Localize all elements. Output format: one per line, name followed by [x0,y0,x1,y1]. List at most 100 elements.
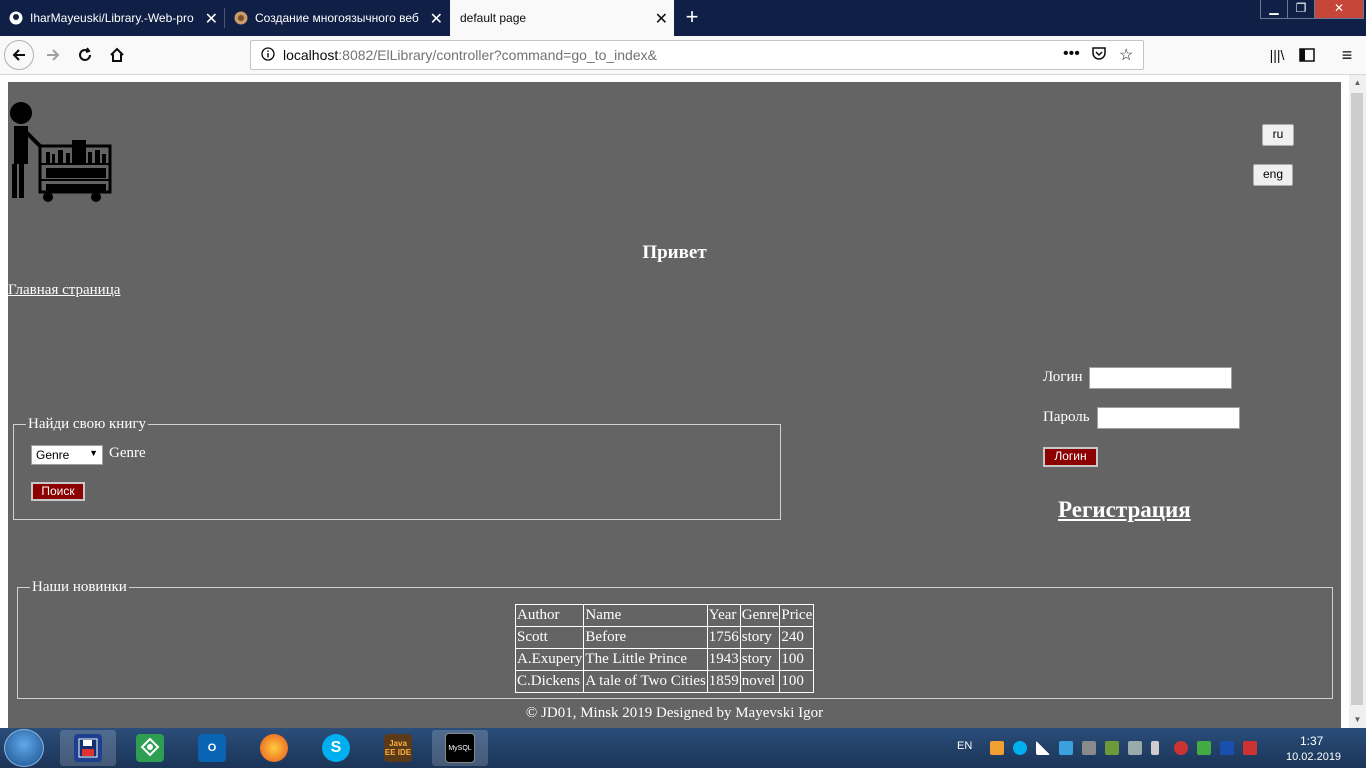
book-search-fieldset: Найди свою книгу Genre ▼ Genre Поиск [13,416,781,520]
table-row: C.Dickens A tale of Two Cities 1859 nove… [514,670,815,693]
genre-label: Genre [109,445,146,461]
table-row: A.Exupery The Little Prince 1943 story 1… [514,648,815,671]
back-arrow-icon[interactable] [4,40,34,70]
tab-label: IharMayeuski/Library.-Web-pro [30,11,194,25]
password-input[interactable] [1097,407,1240,429]
scroll-thumb[interactable] [1351,93,1363,705]
page-footer: © JD01, Minsk 2019 Designed by Mayevski … [525,705,824,721]
menu-icon[interactable]: ≡ [1332,40,1362,70]
floppy-icon[interactable] [60,730,116,766]
page-content: ru eng Привет Главная страница Найди сво… [8,82,1341,728]
start-button[interactable] [4,729,44,767]
page-scrollbar[interactable]: ▲ ▼ [1349,75,1366,728]
table-cell: 100 [779,670,815,693]
library-icon[interactable]: |||\ [1262,40,1292,70]
pocket-icon[interactable] [1091,45,1107,66]
info-icon[interactable] [261,46,275,64]
tray-vpn-icon[interactable] [1220,741,1234,755]
close-tab-icon[interactable]: ✕ [655,9,668,29]
close-window-icon[interactable]: ✕ [1314,0,1364,19]
table-cell: 1943 [706,648,741,671]
table-cell: The Little Prince [583,648,708,671]
page-actions-icon[interactable]: ••• [1063,45,1080,63]
bookmark-star-icon[interactable]: ☆ [1119,45,1133,65]
table-cell: 240 [779,626,815,649]
tray-azure-icon[interactable] [1059,741,1073,755]
column-header: Author [514,604,585,627]
tray-security-icon[interactable] [1197,741,1211,755]
minimize-icon[interactable]: ▁ [1260,0,1288,19]
table-cell: 100 [779,648,815,671]
url-host: localhost [283,47,339,63]
site-icon [233,10,249,26]
tab-multilang[interactable]: Создание многоязычного веб ✕ [225,0,449,36]
home-page-link[interactable]: Главная страница [8,282,120,299]
register-link[interactable]: Регистрация [1058,497,1191,523]
table-cell: 1756 [706,626,741,649]
table-cell: Before [583,626,708,649]
search-legend: Найди свою книгу [26,416,149,433]
url-path: :8082/ElLibrary/controller?command=go_to… [338,47,657,63]
search-button[interactable]: Поиск [31,482,85,501]
login-input[interactable] [1089,367,1232,389]
battery-icon[interactable] [1151,741,1159,755]
scroll-up-icon[interactable]: ▲ [1349,75,1366,91]
forward-arrow-icon[interactable] [38,40,68,70]
clock-date[interactable]: 10.02.2019 [1286,751,1341,763]
table-cell: story [739,648,781,671]
firefox-icon[interactable] [246,730,302,766]
lang-eng-button[interactable]: eng [1253,164,1293,186]
table-cell: A tale of Two Cities [583,670,708,693]
network-signal-icon[interactable] [1036,741,1050,755]
tray-app-icon[interactable] [990,741,1004,755]
table-cell: 1859 [706,670,741,693]
new-books-fieldset: Наши новинки Author Name Year Genre Pric… [17,579,1333,699]
tray-pen-icon[interactable] [1128,741,1142,755]
table-cell: novel [739,670,781,693]
volume-muted-icon[interactable] [1174,741,1188,755]
reload-icon[interactable] [70,40,100,70]
github-icon [8,10,24,26]
table-cell: story [739,626,781,649]
action-center-icon[interactable] [1243,741,1257,755]
tray-tool-icon[interactable] [1082,741,1096,755]
close-tab-icon[interactable]: ✕ [430,9,443,29]
column-header: Year [706,604,741,627]
genre-select-value: Genre [36,448,70,462]
new-tab-icon[interactable]: + [680,4,704,30]
home-icon[interactable] [102,40,132,70]
tab-github[interactable]: IharMayeuski/Library.-Web-pro ✕ [0,0,224,36]
windows-taskbar: O S Java EE IDE MySQL EN [0,728,1366,768]
tab-default-page[interactable]: default page ✕ [450,0,674,36]
table-row: Scott Before 1756 story 240 [514,626,815,649]
input-language-indicator[interactable]: EN [957,740,972,752]
tray-sync-icon[interactable] [1105,741,1119,755]
greeting-heading: Привет [642,242,707,263]
column-header: Name [583,604,708,627]
restore-icon[interactable]: ❐ [1287,0,1315,19]
lang-ru-button[interactable]: ru [1262,124,1294,146]
url-bar[interactable]: localhost:8082/ElLibrary/controller?comm… [250,40,1144,70]
mysql-console-icon[interactable]: MySQL [432,730,488,766]
green-app-icon[interactable] [122,730,178,766]
table-cell: C.Dickens [514,670,585,693]
password-label: Пароль [1043,409,1090,425]
close-tab-icon[interactable]: ✕ [205,9,218,29]
table-cell: Scott [514,626,585,649]
java-ee-ide-icon[interactable]: Java EE IDE [370,730,426,766]
genre-select[interactable]: Genre ▼ [31,445,103,465]
sidebar-icon[interactable] [1292,40,1322,70]
library-logo [10,102,112,202]
login-label: Логин [1043,369,1083,385]
browser-tab-strip: IharMayeuski/Library.-Web-pro ✕ Создание… [0,0,1366,36]
column-header: Genre [739,604,781,627]
tab-label: Создание многоязычного веб [255,11,419,25]
tray-skype-icon[interactable] [1013,741,1027,755]
login-button[interactable]: Логин [1043,447,1098,467]
table-header-row: Author Name Year Genre Price [514,604,815,627]
chevron-down-icon: ▼ [89,448,98,458]
outlook-icon[interactable]: O [184,730,240,766]
skype-icon[interactable]: S [308,730,364,766]
scroll-down-icon[interactable]: ▼ [1349,712,1366,728]
clock-time[interactable]: 1:37 [1300,734,1323,748]
